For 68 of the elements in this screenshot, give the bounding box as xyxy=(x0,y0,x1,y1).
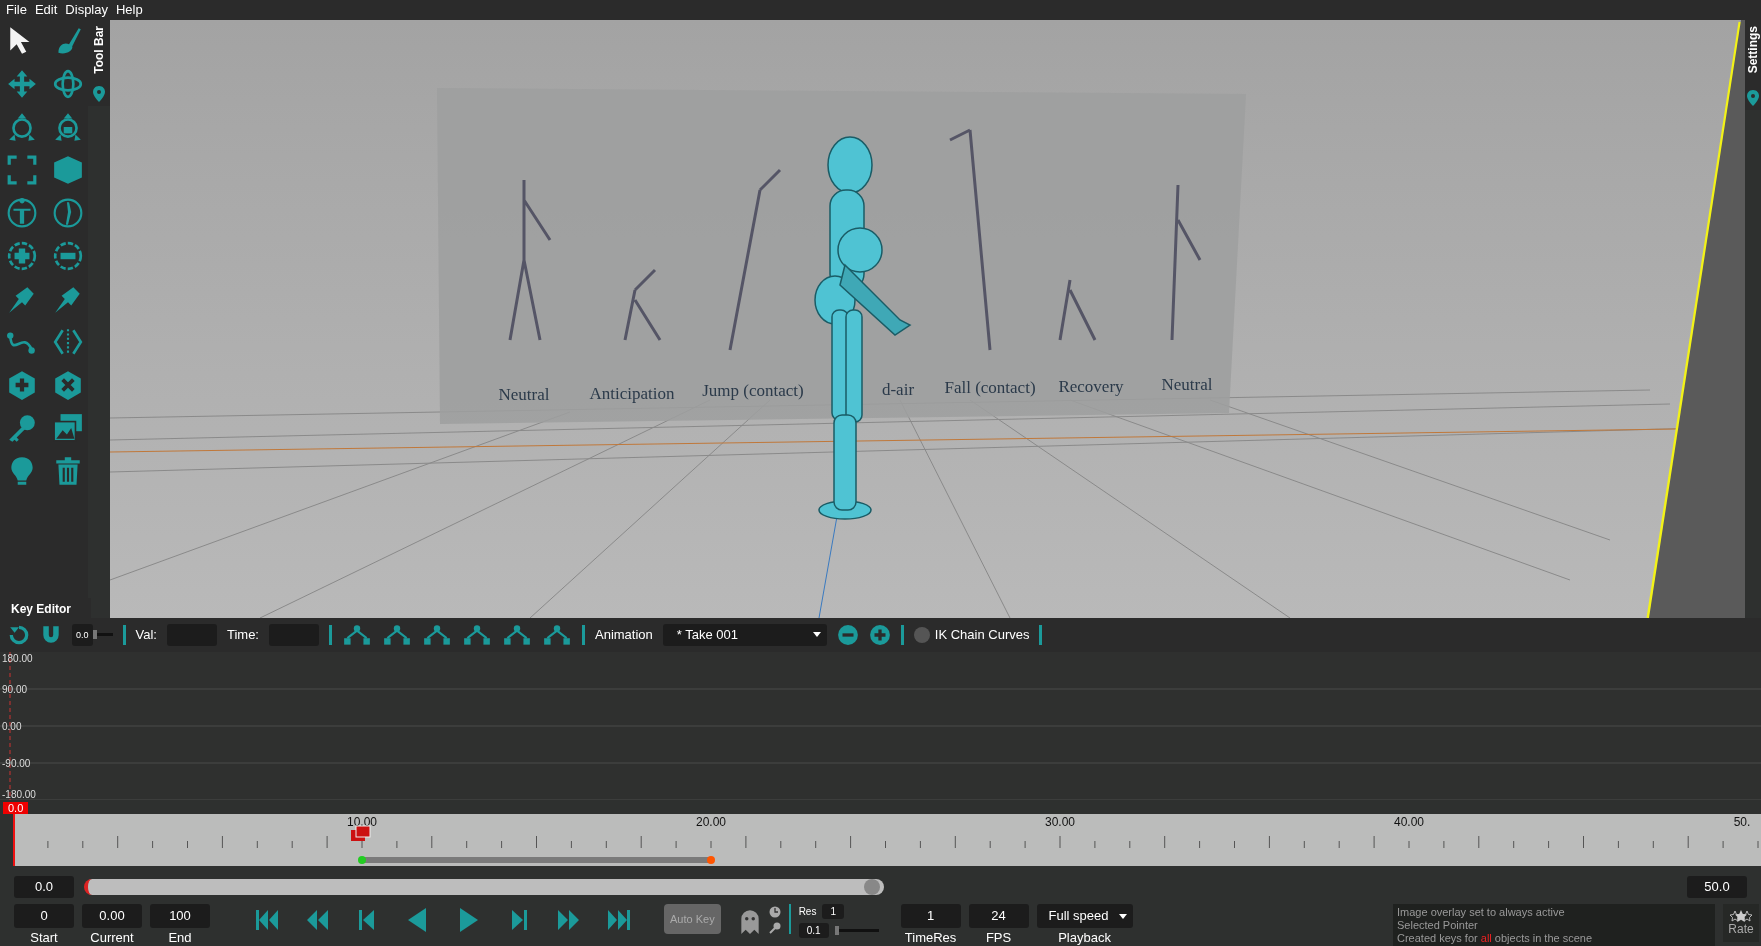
menu-item[interactable]: Edit xyxy=(34,2,58,18)
range-start-field[interactable]: 0.0 xyxy=(14,876,74,899)
playback-dropdown[interactable]: Full speed xyxy=(1036,904,1133,928)
status-message: Created keys for all objects in the scene xyxy=(1397,932,1594,944)
caret-icon xyxy=(1118,913,1127,919)
axis-label: 180.00 xyxy=(2,652,33,664)
rate-button[interactable]: Rate xyxy=(1723,904,1759,942)
time-label: 50. xyxy=(1733,815,1751,830)
status-message: Image overlay set to always active xyxy=(1397,906,1566,918)
tool-bar-tab[interactable]: Tool Bar xyxy=(88,19,110,106)
location-pin-icon xyxy=(93,85,105,102)
reference-label: Recovery xyxy=(1058,376,1124,396)
reference-label: Fall (contact) xyxy=(944,377,1036,397)
ghost-icon[interactable] xyxy=(738,908,761,934)
menu-item[interactable]: File xyxy=(6,2,27,18)
image-key-icon xyxy=(351,825,371,842)
res-step-field[interactable]: 0.1 xyxy=(798,923,829,938)
reference-label: Anticipation xyxy=(589,383,675,403)
reference-label: Jump (contact) xyxy=(702,380,804,400)
undo-icon[interactable] xyxy=(8,623,30,646)
timeline-ruler[interactable]: 10.00 20.00 30.00 40.00 50. xyxy=(13,814,1761,867)
curve-graph[interactable]: 180.00 90.00 0.00 -90.00 -180.00 xyxy=(0,651,1761,801)
animation-label: Animation xyxy=(595,627,653,643)
field-label: End xyxy=(168,930,192,945)
frame-field[interactable]: 100 xyxy=(150,904,210,928)
axis-label: 90.00 xyxy=(2,683,28,695)
field-label: FPS xyxy=(985,930,1012,945)
clock-icon[interactable] xyxy=(768,906,781,918)
field-label: TimeRes xyxy=(904,930,957,945)
take-dropdown[interactable]: * Take 001 xyxy=(662,623,827,646)
time-label: 10.00 xyxy=(347,815,377,830)
reference-label: Neutral xyxy=(1161,374,1213,394)
menu-item[interactable]: Display xyxy=(65,2,108,18)
key-range-bar[interactable] xyxy=(358,856,715,865)
time-res-field[interactable]: 1 xyxy=(900,904,961,928)
remove-take-icon[interactable] xyxy=(836,623,859,646)
field-label: Playback xyxy=(1058,930,1111,945)
stars-icon xyxy=(1729,910,1753,922)
time-label: 40.00 xyxy=(1394,815,1424,830)
field-label: Current xyxy=(90,930,134,945)
magnet-icon[interactable] xyxy=(40,623,62,646)
time-label: Time: xyxy=(226,627,259,643)
val-label: Val: xyxy=(135,627,157,643)
key-icon[interactable] xyxy=(768,922,781,934)
caret-icon xyxy=(812,632,821,638)
axis-label: -90.00 xyxy=(2,757,31,769)
settings-tab[interactable]: Settings xyxy=(1745,19,1761,110)
axis-label: 0.00 xyxy=(2,720,22,732)
weight-field[interactable]: 0.0 xyxy=(72,623,93,646)
add-take-icon[interactable] xyxy=(868,623,891,646)
playhead-label[interactable]: 0.0 xyxy=(3,802,29,815)
reference-label: Neutral xyxy=(498,384,550,404)
fps-field[interactable]: 24 xyxy=(968,904,1029,928)
frame-field[interactable]: 0 xyxy=(14,904,74,928)
field-label: Start xyxy=(30,930,58,945)
res-label: Res xyxy=(798,906,817,917)
ik-chain-curves-toggle[interactable] xyxy=(913,626,930,643)
location-pin-icon xyxy=(1747,89,1759,106)
status-message: Selected Pointer xyxy=(1397,919,1479,931)
frame-field[interactable]: 0.00 xyxy=(82,904,142,928)
ik-chain-curves-label: IK Chain Curves xyxy=(934,627,1030,643)
res-field[interactable]: 1 xyxy=(822,904,844,919)
menu-item[interactable]: Help xyxy=(116,2,143,18)
time-label: 20.00 xyxy=(696,815,726,830)
time-label: 30.00 xyxy=(1045,815,1075,830)
axis-label: -180.00 xyxy=(2,788,36,800)
range-end-field[interactable]: 50.0 xyxy=(1687,876,1747,899)
reference-label: d-air xyxy=(881,379,915,399)
